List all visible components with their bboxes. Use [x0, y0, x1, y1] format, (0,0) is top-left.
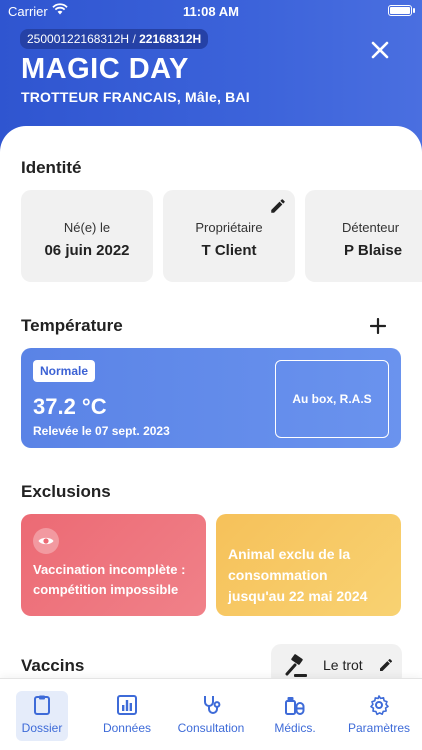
- exclusion-text-line: jusqu'au 22 mai 2024: [228, 588, 368, 604]
- exclusion-text-line: Animal exclu de la: [228, 546, 351, 562]
- temperature-date: Relevée le 07 sept. 2023: [33, 424, 170, 438]
- close-icon[interactable]: [368, 38, 392, 62]
- battery-icon: [388, 5, 415, 16]
- identity-card-owner[interactable]: Propriétaire T Client: [163, 190, 295, 282]
- exclusion-card-consumption[interactable]: Animal exclu de la consommation jusqu'au…: [216, 514, 401, 616]
- horse-name: MAGIC DAY: [21, 53, 189, 85]
- tab-label: Médics.: [274, 721, 316, 735]
- gavel-icon: [285, 654, 307, 677]
- exclusion-text-line: compétition impossible: [33, 582, 179, 597]
- identifier-separator: /: [129, 32, 140, 46]
- temperature-note: Au box, R.A.S: [275, 360, 389, 438]
- edit-icon[interactable]: [269, 197, 287, 215]
- tab-label: Paramètres: [347, 721, 411, 735]
- tab-label: Consultation: [177, 721, 245, 735]
- add-temperature-icon[interactable]: [370, 318, 386, 334]
- bar-chart-icon: [117, 695, 137, 715]
- tab-dossier[interactable]: Dossier: [16, 691, 68, 741]
- gear-icon: [370, 695, 389, 716]
- identifier-secondary: 22168312H: [139, 32, 202, 46]
- temperature-value: 37.2 °C: [33, 394, 107, 419]
- tab-donnees[interactable]: Données: [96, 691, 158, 741]
- edit-icon[interactable]: [378, 657, 394, 673]
- identity-card-keeper: Détenteur P Blaise: [305, 190, 422, 282]
- identity-card-birthdate: Né(e) le 06 juin 2022: [21, 190, 153, 282]
- main-content[interactable]: Identité Né(e) le 06 juin 2022 Propriéta…: [0, 126, 422, 750]
- stethoscope-icon: [204, 696, 221, 714]
- temperature-card[interactable]: Normale 37.2 °C Relevée le 07 sept. 2023…: [21, 348, 401, 448]
- tab-label: Dossier: [21, 721, 63, 735]
- vaccines-section-title: Vaccins: [21, 656, 85, 675]
- status-bar: Carrier 11:08 AM: [0, 0, 422, 22]
- card-value: P Blaise: [344, 242, 403, 259]
- medicine-icon: [285, 697, 305, 715]
- identity-section-title: Identité: [21, 158, 82, 177]
- card-label: Né(e) le: [63, 220, 111, 235]
- identifier-pill: 25000122168312H / 22168312H: [20, 29, 209, 49]
- identifier-primary: 25000122168312H: [27, 32, 130, 46]
- tab-consultation[interactable]: Consultation: [172, 691, 250, 741]
- card-value: 06 juin 2022: [44, 242, 130, 259]
- exclusion-text-line: consommation: [228, 567, 328, 583]
- clipboard-icon: [34, 695, 50, 715]
- tab-parametres[interactable]: Paramètres: [344, 691, 414, 741]
- temperature-status-badge: Normale: [33, 360, 96, 382]
- card-value: T Client: [201, 242, 257, 259]
- temperature-section-title: Température: [21, 316, 123, 335]
- tab-bar: Dossier Données Consultation Médics. Par…: [0, 678, 422, 750]
- card-label: Détenteur: [342, 220, 400, 235]
- tab-medics[interactable]: Médics.: [268, 691, 322, 741]
- card-label: Propriétaire: [195, 220, 263, 235]
- horse-details: TROTTEUR FRANCAIS, Mâle, BAI: [21, 89, 250, 105]
- eye-icon: [33, 528, 59, 554]
- tab-label: Données: [102, 721, 152, 735]
- vaccine-filter-label: Le trot: [323, 657, 363, 673]
- exclusions-section-title: Exclusions: [21, 482, 111, 501]
- clock: 11:08 AM: [183, 4, 239, 19]
- exclusion-card-vaccination[interactable]: Vaccination incomplète : compétition imp…: [21, 514, 206, 616]
- exclusion-text-line: Vaccination incomplète :: [33, 562, 186, 577]
